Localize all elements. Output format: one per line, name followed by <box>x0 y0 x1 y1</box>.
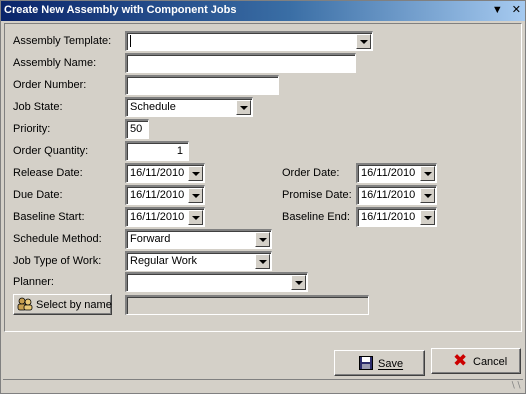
assembly-template-label: Assembly Template: <box>13 35 112 47</box>
chevron-down-icon[interactable] <box>255 254 270 269</box>
chevron-down-icon[interactable] <box>188 166 203 181</box>
assembly-name-input[interactable] <box>125 53 356 73</box>
release-date-label: Release Date: <box>13 167 83 179</box>
order-quantity-input[interactable]: 1 <box>125 141 189 161</box>
release-date-picker[interactable]: 16/11/2010 <box>125 163 205 183</box>
assembly-template-select[interactable] <box>125 31 373 51</box>
priority-label: Priority: <box>13 123 51 135</box>
close-icon[interactable]: ✕ <box>512 3 521 16</box>
promise-date-picker[interactable]: 16/11/2010 <box>356 185 437 205</box>
users-icon <box>17 297 33 314</box>
job-state-label: Job State: <box>13 101 63 113</box>
job-state-value: Schedule <box>130 101 176 113</box>
schedule-method-select[interactable]: Forward <box>125 229 272 249</box>
select-by-name-label: Select by name <box>36 299 112 311</box>
chevron-down-icon[interactable] <box>356 34 371 49</box>
chevron-down-icon[interactable] <box>236 100 251 115</box>
priority-input[interactable]: 50 <box>125 119 149 139</box>
cancel-label: Cancel <box>473 356 508 368</box>
chevron-down-icon[interactable] <box>420 166 435 181</box>
job-type-of-work-label: Job Type of Work: <box>13 255 102 267</box>
text-cursor <box>130 35 131 48</box>
job-state-select[interactable]: Schedule <box>125 97 253 117</box>
order-quantity-label: Order Quantity: <box>13 145 89 157</box>
window-title: Create New Assembly with Component Jobs <box>4 4 237 16</box>
planner-label: Planner: <box>13 276 54 288</box>
floppy-disk-icon <box>359 356 373 373</box>
cancel-button[interactable]: ✖ Cancel <box>431 348 521 374</box>
baseline-end-picker[interactable]: 16/11/2010 <box>356 207 437 227</box>
chevron-down-icon[interactable] <box>255 232 270 247</box>
status-bar: ∖∖ <box>3 379 523 392</box>
order-number-input[interactable] <box>125 75 279 95</box>
chevron-down-icon[interactable] <box>291 275 306 290</box>
chevron-down-icon[interactable] <box>188 210 203 225</box>
select-by-name-button[interactable]: Select by name <box>13 294 112 315</box>
baseline-end-label: Baseline End: <box>282 211 350 223</box>
planner-select[interactable] <box>125 272 308 292</box>
chevron-down-icon[interactable] <box>188 188 203 203</box>
schedule-method-label: Schedule Method: <box>13 233 102 245</box>
save-button[interactable]: Save <box>334 350 425 376</box>
title-bar[interactable]: Create New Assembly with Component Jobs … <box>1 1 525 21</box>
chevron-down-icon[interactable] <box>420 188 435 203</box>
dialog-window: Create New Assembly with Component Jobs … <box>0 0 526 394</box>
promise-date-label: Promise Date: <box>282 189 352 201</box>
order-date-picker[interactable]: 16/11/2010 <box>356 163 437 183</box>
save-label: Save <box>378 358 404 370</box>
job-type-of-work-select[interactable]: Regular Work <box>125 251 272 271</box>
order-date-label: Order Date: <box>282 167 340 179</box>
selected-name-field <box>125 295 369 315</box>
baseline-start-label: Baseline Start: <box>13 211 85 223</box>
order-number-label: Order Number: <box>13 79 87 91</box>
due-date-label: Due Date: <box>13 189 63 201</box>
assembly-name-label: Assembly Name: <box>13 57 97 69</box>
chevron-down-icon[interactable] <box>420 210 435 225</box>
resize-grip-icon[interactable]: ∖∖ <box>510 380 521 390</box>
cancel-x-icon: ✖ <box>453 351 468 370</box>
due-date-picker[interactable]: 16/11/2010 <box>125 185 205 205</box>
baseline-start-picker[interactable]: 16/11/2010 <box>125 207 205 227</box>
chevron-down-icon[interactable]: ▼ <box>492 4 503 16</box>
